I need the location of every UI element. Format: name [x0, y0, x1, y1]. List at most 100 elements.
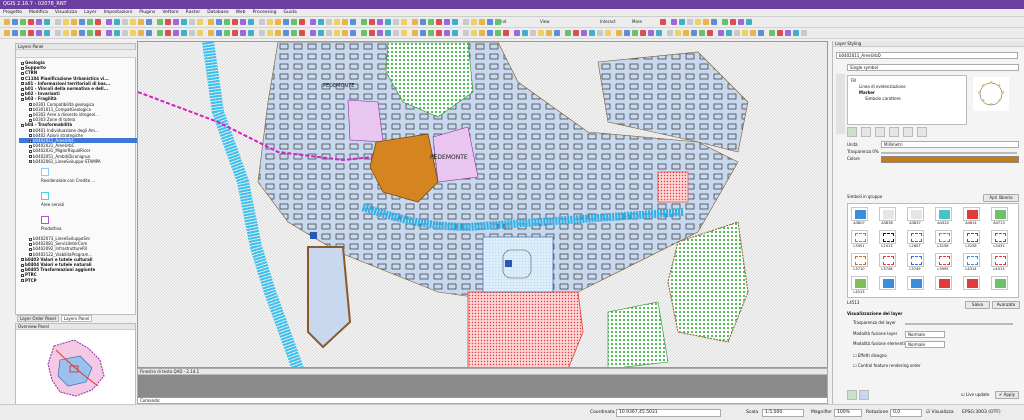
- layer-visibility-checkbox[interactable]: [29, 134, 32, 138]
- toolbar-tool-icon[interactable]: [350, 30, 356, 36]
- toolbar-tool-icon[interactable]: [114, 19, 120, 25]
- toolbar-tool-icon[interactable]: [267, 30, 273, 36]
- layer-visibility-checkbox[interactable]: [29, 139, 32, 143]
- toolbar-tool-icon[interactable]: [36, 19, 42, 25]
- toolbar-tool-icon[interactable]: [479, 19, 485, 25]
- toolbar-tool-icon[interactable]: [703, 19, 709, 25]
- layer-visibility-checkbox[interactable]: [21, 279, 24, 283]
- toolbar-tool-icon[interactable]: [420, 19, 426, 25]
- unit-select[interactable]: Millimetri: [881, 141, 1019, 148]
- toolbar-tool-icon[interactable]: [632, 30, 638, 36]
- toolbar-tool-icon[interactable]: [452, 19, 458, 25]
- menu-item-guida[interactable]: Guida: [284, 9, 297, 16]
- toolbar-tool-icon[interactable]: [44, 30, 50, 36]
- console-input[interactable]: Comando:: [138, 397, 827, 403]
- effects-checkbox[interactable]: ☐ Effetti disegno: [853, 353, 887, 359]
- toolbar-tool-icon[interactable]: [240, 19, 246, 25]
- toolbar-tool-icon[interactable]: [12, 30, 18, 36]
- symbol-swatch[interactable]: [991, 276, 1008, 290]
- toolbar-tool-icon[interactable]: [197, 30, 203, 36]
- toolbar-tool-icon[interactable]: [55, 30, 61, 36]
- toolbar-tool-icon[interactable]: [730, 19, 736, 25]
- overview-map[interactable]: [16, 330, 135, 404]
- map-canvas[interactable]: PEDEMONTE PEDEMONTE: [137, 41, 828, 368]
- toolbar-tool-icon[interactable]: [28, 19, 34, 25]
- toolbar-tool-icon[interactable]: [165, 19, 171, 25]
- toolbar-tool-icon[interactable]: [675, 30, 681, 36]
- toolbar-tool-icon[interactable]: [624, 30, 630, 36]
- toolbar-tool-icon[interactable]: [157, 19, 163, 25]
- toolbar-tool-icon[interactable]: [514, 30, 520, 36]
- symbol-swatch[interactable]: [907, 230, 924, 244]
- toolbar-tool-icon[interactable]: [310, 19, 316, 25]
- toolbar-tool-icon[interactable]: [546, 30, 552, 36]
- toolbar-tool-icon[interactable]: [597, 30, 603, 36]
- control-order-checkbox[interactable]: ☐ Control feature rendering order: [853, 363, 921, 369]
- symbol-swatch[interactable]: [963, 230, 980, 244]
- toolbar-tool-icon[interactable]: [197, 19, 203, 25]
- toolbar-tool-icon[interactable]: [216, 30, 222, 36]
- symbol-swatch[interactable]: [935, 207, 952, 221]
- symbol-swatch[interactable]: [935, 276, 952, 290]
- toolbar-tool-icon[interactable]: [361, 19, 367, 25]
- toolbar-tool-icon[interactable]: [589, 30, 595, 36]
- layer-visibility-checkbox[interactable]: [29, 103, 32, 107]
- toolbar-tool-icon[interactable]: [746, 19, 752, 25]
- toolbar-tool-icon[interactable]: [232, 19, 238, 25]
- view-label[interactable]: View: [540, 19, 550, 25]
- symbol-swatch[interactable]: [935, 230, 952, 244]
- layer-transparency-slider[interactable]: [905, 323, 1013, 325]
- symbol-swatch[interactable]: [851, 276, 868, 290]
- toolbar-tool-icon[interactable]: [173, 19, 179, 25]
- toolbar-tool-icon[interactable]: [28, 30, 34, 36]
- toolbar-tool-icon[interactable]: [769, 30, 775, 36]
- toolbar-tool-icon[interactable]: [12, 19, 18, 25]
- symbol-swatch[interactable]: [907, 207, 924, 221]
- toolbar-tool-icon[interactable]: [530, 30, 536, 36]
- symbol-layer-tool-icon[interactable]: [903, 127, 913, 137]
- menu-item-database[interactable]: Database: [207, 9, 228, 16]
- toolbar-tool-icon[interactable]: [722, 19, 728, 25]
- toolbar-tool-icon[interactable]: [122, 30, 128, 36]
- toolbar-tool-icon[interactable]: [248, 30, 254, 36]
- toolbar-tool-icon[interactable]: [208, 19, 214, 25]
- toolbar-tool-icon[interactable]: [79, 19, 85, 25]
- toolbar-tool-icon[interactable]: [385, 30, 391, 36]
- toolbar-tool-icon[interactable]: [640, 30, 646, 36]
- toolbar-tool-icon[interactable]: [334, 19, 340, 25]
- toolbar-tool-icon[interactable]: [146, 19, 152, 25]
- save-button[interactable]: Salva: [965, 301, 990, 309]
- menu-item-vettore[interactable]: Vettore: [162, 9, 178, 16]
- layer-visibility-checkbox[interactable]: [21, 82, 24, 86]
- toolbar-tool-icon[interactable]: [750, 30, 756, 36]
- layer-visibility-checkbox[interactable]: [21, 66, 24, 70]
- toolbar-tool-icon[interactable]: [777, 30, 783, 36]
- menu-item-modifica[interactable]: Modifica: [29, 9, 48, 16]
- menu-item-web[interactable]: Web: [236, 9, 246, 16]
- toolbar-tool-icon[interactable]: [444, 19, 450, 25]
- toolbar-tool-icon[interactable]: [342, 19, 348, 25]
- layer-select[interactable]: b0402011_AreeUrbD: [836, 52, 1018, 59]
- magnifier-field[interactable]: 100%: [834, 409, 862, 417]
- toolbar-tool-icon[interactable]: [463, 30, 469, 36]
- toolbar-tool-icon[interactable]: [428, 19, 434, 25]
- toolbar-tool-icon[interactable]: [479, 30, 485, 36]
- symbol-layer-tool-icon[interactable]: [875, 127, 885, 137]
- toolbar-tool-icon[interactable]: [738, 19, 744, 25]
- toolbar-tool-icon[interactable]: [20, 30, 26, 36]
- toolbar-tool-icon[interactable]: [318, 30, 324, 36]
- symbol-swatch[interactable]: [963, 276, 980, 290]
- toolbar-tool-icon[interactable]: [691, 30, 697, 36]
- symbol-swatch[interactable]: [851, 230, 868, 244]
- toolbar-tool-icon[interactable]: [385, 19, 391, 25]
- toolbar-tool-icon[interactable]: [95, 19, 101, 25]
- layer-visibility-checkbox[interactable]: [21, 263, 24, 267]
- toolbar-tool-icon[interactable]: [342, 30, 348, 36]
- toolbar-tool-icon[interactable]: [683, 30, 689, 36]
- toolbar-tool-icon[interactable]: [224, 19, 230, 25]
- toolbar-tool-icon[interactable]: [267, 19, 273, 25]
- toolbar-tool-icon[interactable]: [216, 19, 222, 25]
- toolbar-tool-icon[interactable]: [310, 30, 316, 36]
- symbol-tree-item[interactable]: Simbolo carattere: [865, 96, 901, 102]
- symbol-tree-item[interactable]: Fill: [851, 78, 856, 84]
